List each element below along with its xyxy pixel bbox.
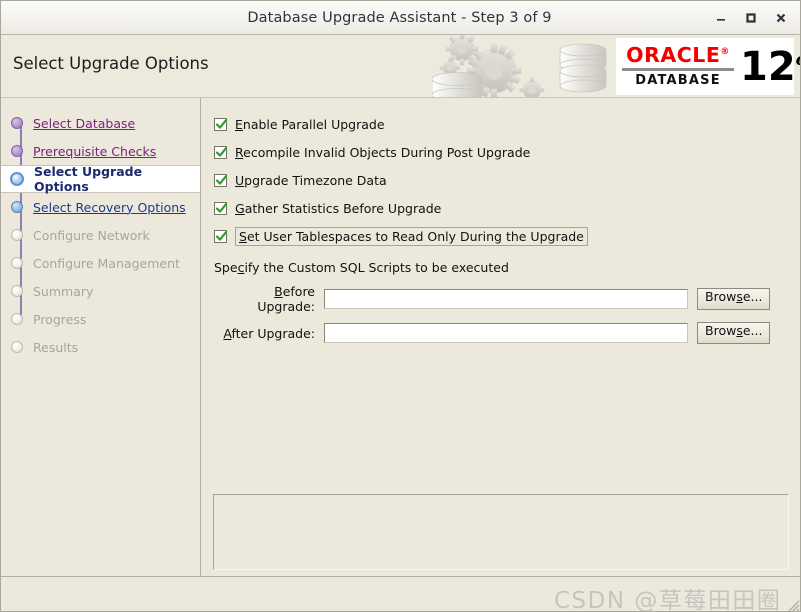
checkmark-icon [215,174,228,185]
checkbox-g[interactable] [214,201,228,215]
option-row[interactable]: Upgrade Timezone Data [214,166,800,194]
upgrade-options-list: Enable Parallel Upgrade Recompile Invalid… [202,98,800,250]
checkbox-e[interactable] [214,117,228,131]
window-controls [706,3,800,33]
sidebar-step-summary: Summary [1,277,200,305]
gears-and-database-cylinders-icon [432,35,612,97]
step-marker-icon [11,201,23,213]
window-titlebar: Database Upgrade Assistant - Step 3 of 9 [1,1,800,35]
step-marker-icon [11,341,23,353]
sidebar-step-label: Results [33,339,79,355]
database-upgrade-assistant-window: Database Upgrade Assistant - Step 3 of 9… [0,0,801,612]
sidebar-step-label: Progress [33,311,87,327]
minimize-icon [714,11,728,25]
sidebar-step-label: Select Upgrade Options [34,164,143,194]
browse-button-before-upgrade[interactable]: Browse... [697,288,771,310]
close-button[interactable] [766,3,796,33]
minimize-button[interactable] [706,3,736,33]
checkbox-r[interactable] [214,145,228,159]
maximize-icon [744,11,758,25]
checkmark-icon [215,230,228,241]
wizard-sidebar: Select Database Prerequisite Checks Select… [1,98,201,576]
step-marker-icon [11,285,23,297]
logo-divider [622,68,734,72]
sidebar-step-label: Configure Network [33,227,150,243]
option-label: Enable Parallel Upgrade [235,116,385,132]
version-number: 12 [740,43,796,90]
option-label: Upgrade Timezone Data [235,172,387,188]
step-marker-icon [11,117,23,129]
custom-sql-scripts-section: Specify the Custom SQL Scripts to be exe… [202,250,800,344]
checkbox-u[interactable] [214,173,228,187]
sidebar-step-results: Results [1,333,200,361]
resize-grip-icon[interactable] [786,597,800,611]
sidebar-step-label: Select Recovery Options [33,199,186,215]
page-title: Select Upgrade Options [13,54,209,73]
step-marker-icon [11,145,23,157]
sidebar-step-select-recovery-options[interactable]: Select Recovery Options [1,193,200,221]
sql-script-input-before-upgrade[interactable] [324,289,688,309]
sql-script-field-row: After Upgrade: Browse... [214,322,800,344]
checkmark-icon [215,202,228,213]
sidebar-step-progress: Progress [1,305,200,333]
version-suffix: c [796,50,800,70]
sql-script-input-after-upgrade[interactable] [324,323,688,343]
option-label: Recompile Invalid Objects During Post Up… [235,144,531,160]
heading-text-pre: Spe [214,260,238,275]
message-panel [213,494,789,570]
checkmark-icon [215,118,228,129]
heading-text-post: ify the Custom SQL Scripts to be execute… [244,260,509,275]
sql-script-field-label: Before Upgrade: [257,284,315,314]
wizard-step-list: Select Database Prerequisite Checks Select… [1,98,200,361]
footer-button-bar: Help < Back Next > Cancel [1,576,800,611]
browse-button-after-upgrade[interactable]: Browse... [697,322,771,344]
header-banner: Select Upgrade Options ORACLE® DATABASE … [1,35,800,98]
sidebar-step-configure-network: Configure Network [1,221,200,249]
option-label: Gather Statistics Before Upgrade [235,200,442,216]
sidebar-step-select-database[interactable]: Select Database [1,109,200,137]
sidebar-step-label: Select Database [33,115,136,131]
option-row[interactable]: Enable Parallel Upgrade [214,110,800,138]
main-content: Enable Parallel Upgrade Recompile Invalid… [202,98,800,576]
sidebar-step-configure-management: Configure Management [1,249,200,277]
option-row[interactable]: Recompile Invalid Objects During Post Up… [214,138,800,166]
sidebar-step-label: Prerequisite Checks [33,143,157,159]
oracle-product-text: DATABASE [635,73,721,89]
step-marker-icon [11,229,23,241]
option-row[interactable]: Set User Tablespaces to Read Only During… [214,222,800,250]
checkmark-icon [215,146,228,157]
sidebar-step-label: Configure Management [33,255,180,271]
option-label: Set User Tablespaces to Read Only During… [235,226,588,246]
oracle-database-12c-logo: ORACLE® DATABASE 12 c [616,38,800,95]
step-marker-icon [11,257,23,269]
sidebar-step-prerequisite-checks[interactable]: Prerequisite Checks [1,137,200,165]
sql-script-field-row: Before Upgrade: Browse... [214,284,800,314]
oracle-logo-text: ORACLE® DATABASE [622,42,734,89]
window-title: Database Upgrade Assistant - Step 3 of 9 [247,9,552,26]
custom-sql-scripts-heading: Specify the Custom SQL Scripts to be exe… [214,260,800,275]
registered-mark: ® [720,46,730,57]
sidebar-step-select-upgrade-options[interactable]: Select Upgrade Options [1,164,200,194]
step-marker-icon [10,172,24,186]
sidebar-step-label: Summary [33,283,94,299]
sql-script-field-label: After Upgrade: [223,325,315,341]
oracle-brand-text: ORACLE® [626,42,730,67]
oracle-version: 12 c [740,43,800,90]
maximize-button[interactable] [736,3,766,33]
step-marker-icon [11,313,23,325]
checkbox-s[interactable] [214,229,228,243]
option-row[interactable]: Gather Statistics Before Upgrade [214,194,800,222]
close-icon [774,11,788,25]
